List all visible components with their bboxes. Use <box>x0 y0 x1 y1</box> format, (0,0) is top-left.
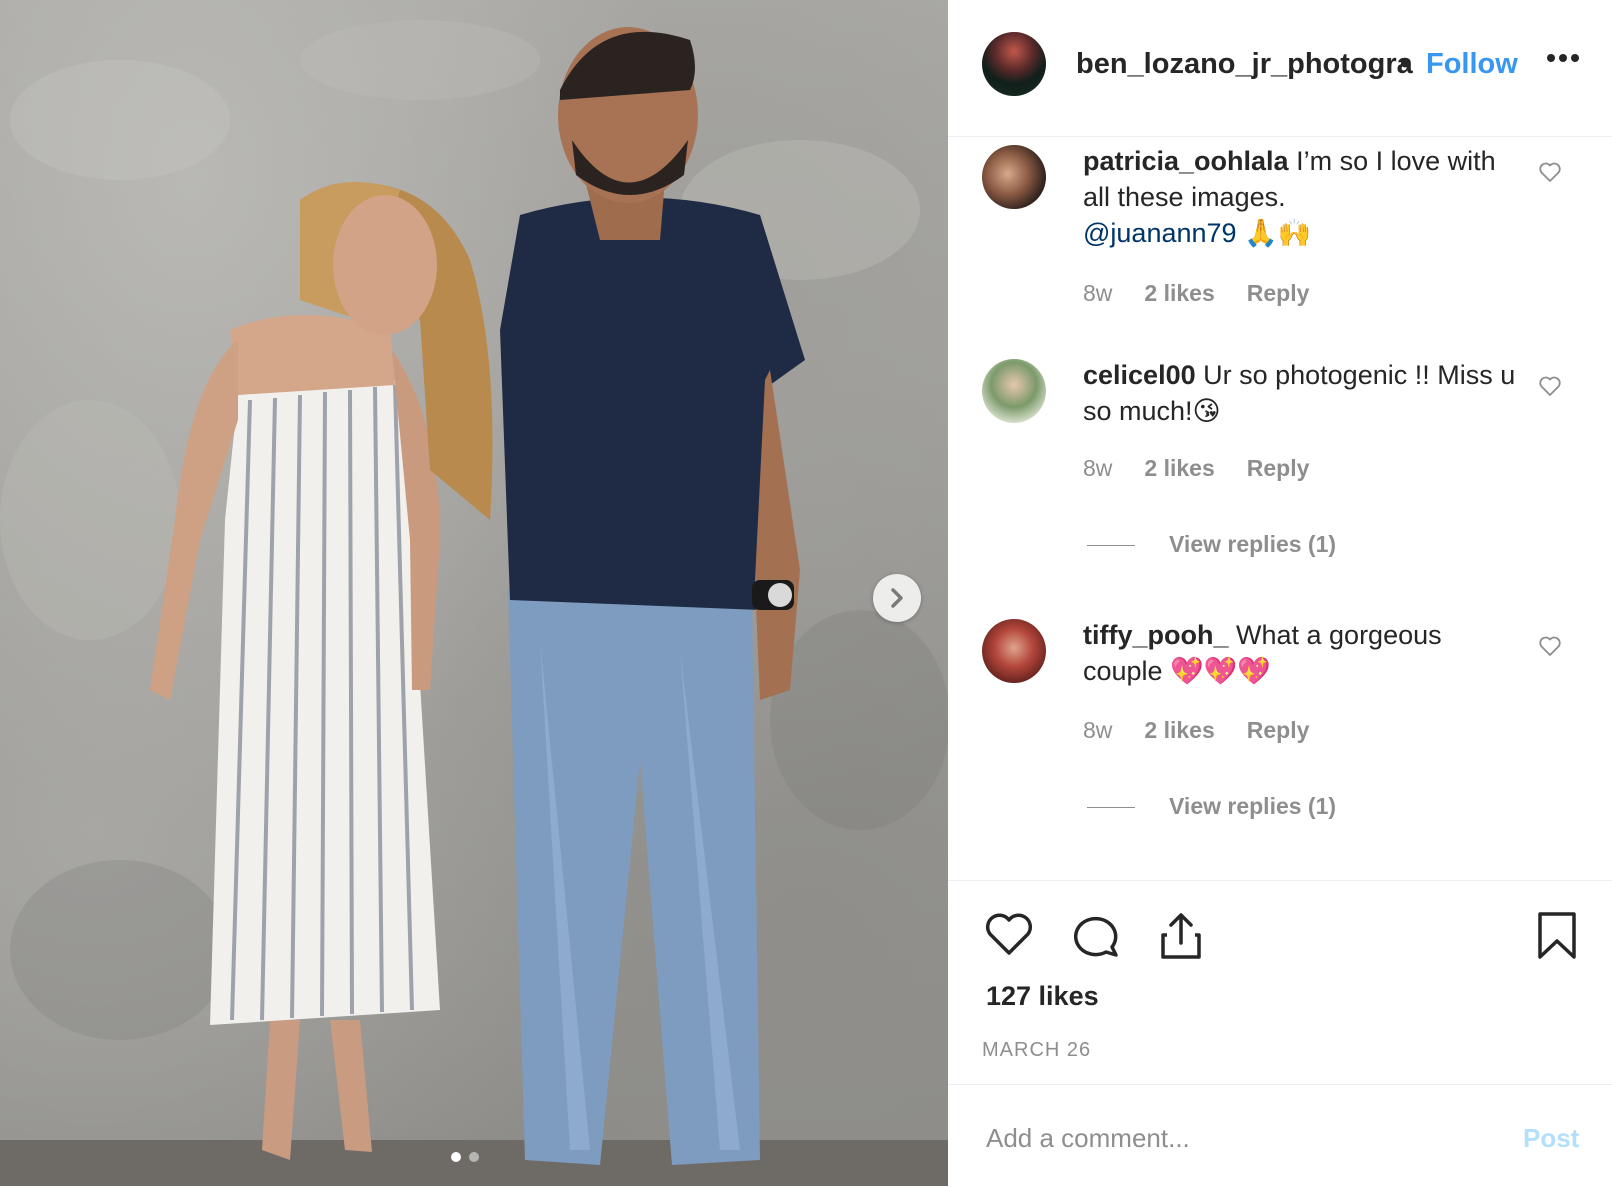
chevron-right-icon <box>891 588 903 608</box>
comment-time[interactable]: 8w <box>1083 717 1112 743</box>
author-username[interactable]: ben_lozano_jr_photogra <box>1076 48 1413 81</box>
replies-divider <box>1087 545 1135 547</box>
comment-text: patricia_oohlala I’m so I love with all … <box>1083 143 1523 251</box>
like-button[interactable] <box>984 911 1034 962</box>
view-replies-button[interactable]: View replies (1) <box>1087 793 1336 820</box>
commenter-username[interactable]: patricia_oohlala <box>1083 146 1289 176</box>
comment-text: tiffy_pooh_ What a gorgeous couple 💖💖💖 <box>1083 617 1523 689</box>
carousel-indicator <box>451 1152 479 1162</box>
comment-reply-button[interactable]: Reply <box>1247 280 1310 306</box>
comment-likes[interactable]: 2 likes <box>1144 717 1214 743</box>
more-options-button[interactable] <box>1546 50 1580 68</box>
commenter-avatar[interactable] <box>982 359 1046 423</box>
comment-like-button[interactable] <box>1538 161 1562 188</box>
heart-icon <box>1539 636 1561 656</box>
comment-like-button[interactable] <box>1538 375 1562 402</box>
post-actions: 127 likes MARCH 26 <box>948 880 1612 1085</box>
post-photo[interactable] <box>0 0 948 1186</box>
share-icon <box>1161 913 1201 959</box>
share-button[interactable] <box>1158 911 1204 966</box>
comment-meta: 8w 2 likes Reply <box>1083 717 1341 744</box>
comment-reply-button[interactable]: Reply <box>1247 455 1310 481</box>
comment-emoji: 🙏🙌 <box>1236 218 1312 248</box>
likes-count[interactable]: 127 likes <box>986 981 1099 1012</box>
bookmark-icon <box>1538 912 1576 959</box>
view-replies-label: View replies (1) <box>1169 531 1337 557</box>
commenter-username[interactable]: celicel00 <box>1083 360 1196 390</box>
replies-divider <box>1087 807 1135 809</box>
comment-likes[interactable]: 2 likes <box>1144 455 1214 481</box>
comment-button[interactable] <box>1072 911 1120 964</box>
heart-icon <box>1539 162 1561 182</box>
comment-meta: 8w 2 likes Reply <box>1083 280 1341 307</box>
comment-time[interactable]: 8w <box>1083 455 1112 481</box>
post-side-panel: ben_lozano_jr_photogra • Follow patricia… <box>948 0 1612 1186</box>
comment-icon <box>1074 916 1118 957</box>
add-comment-bar: Post <box>948 1084 1612 1187</box>
heart-icon <box>985 913 1033 955</box>
post-header: ben_lozano_jr_photogra • Follow <box>948 0 1612 137</box>
couple-photo-illustration <box>0 20 948 1186</box>
wall-texture <box>0 20 948 1040</box>
commenter-username[interactable]: tiffy_pooh_ <box>1083 620 1229 650</box>
carousel-dot-2 <box>469 1152 479 1162</box>
comment-meta: 8w 2 likes Reply <box>1083 455 1341 482</box>
carousel-next-button[interactable] <box>873 574 921 622</box>
comment-time[interactable]: 8w <box>1083 280 1112 306</box>
comment-text: celicel00 Ur so photogenic !! Miss u so … <box>1083 357 1523 429</box>
comment-mention[interactable]: @juanann79 <box>1083 218 1237 248</box>
view-replies-label: View replies (1) <box>1169 793 1337 819</box>
more-horizontal-icon <box>1547 54 1579 62</box>
view-replies-button[interactable]: View replies (1) <box>1087 531 1336 558</box>
floor <box>0 1140 948 1186</box>
comment-like-button[interactable] <box>1538 635 1562 662</box>
comment-reply-button[interactable]: Reply <box>1247 717 1310 743</box>
comments-list[interactable]: patricia_oohlala I’m so I love with all … <box>948 137 1612 879</box>
save-button[interactable] <box>1536 911 1578 966</box>
comment-input[interactable] <box>984 1117 1488 1159</box>
commenter-avatar[interactable] <box>982 619 1046 683</box>
follow-button[interactable]: Follow <box>1426 48 1518 81</box>
woman-figure <box>150 182 493 1160</box>
comment-likes[interactable]: 2 likes <box>1144 280 1214 306</box>
post-comment-button[interactable]: Post <box>1523 1123 1579 1154</box>
commenter-avatar[interactable] <box>982 145 1046 209</box>
author-avatar[interactable] <box>982 32 1046 96</box>
carousel-dot-1 <box>451 1152 461 1162</box>
post-date: MARCH 26 <box>982 1039 1092 1061</box>
heart-icon <box>1539 376 1561 396</box>
header-separator: • <box>1400 48 1411 80</box>
